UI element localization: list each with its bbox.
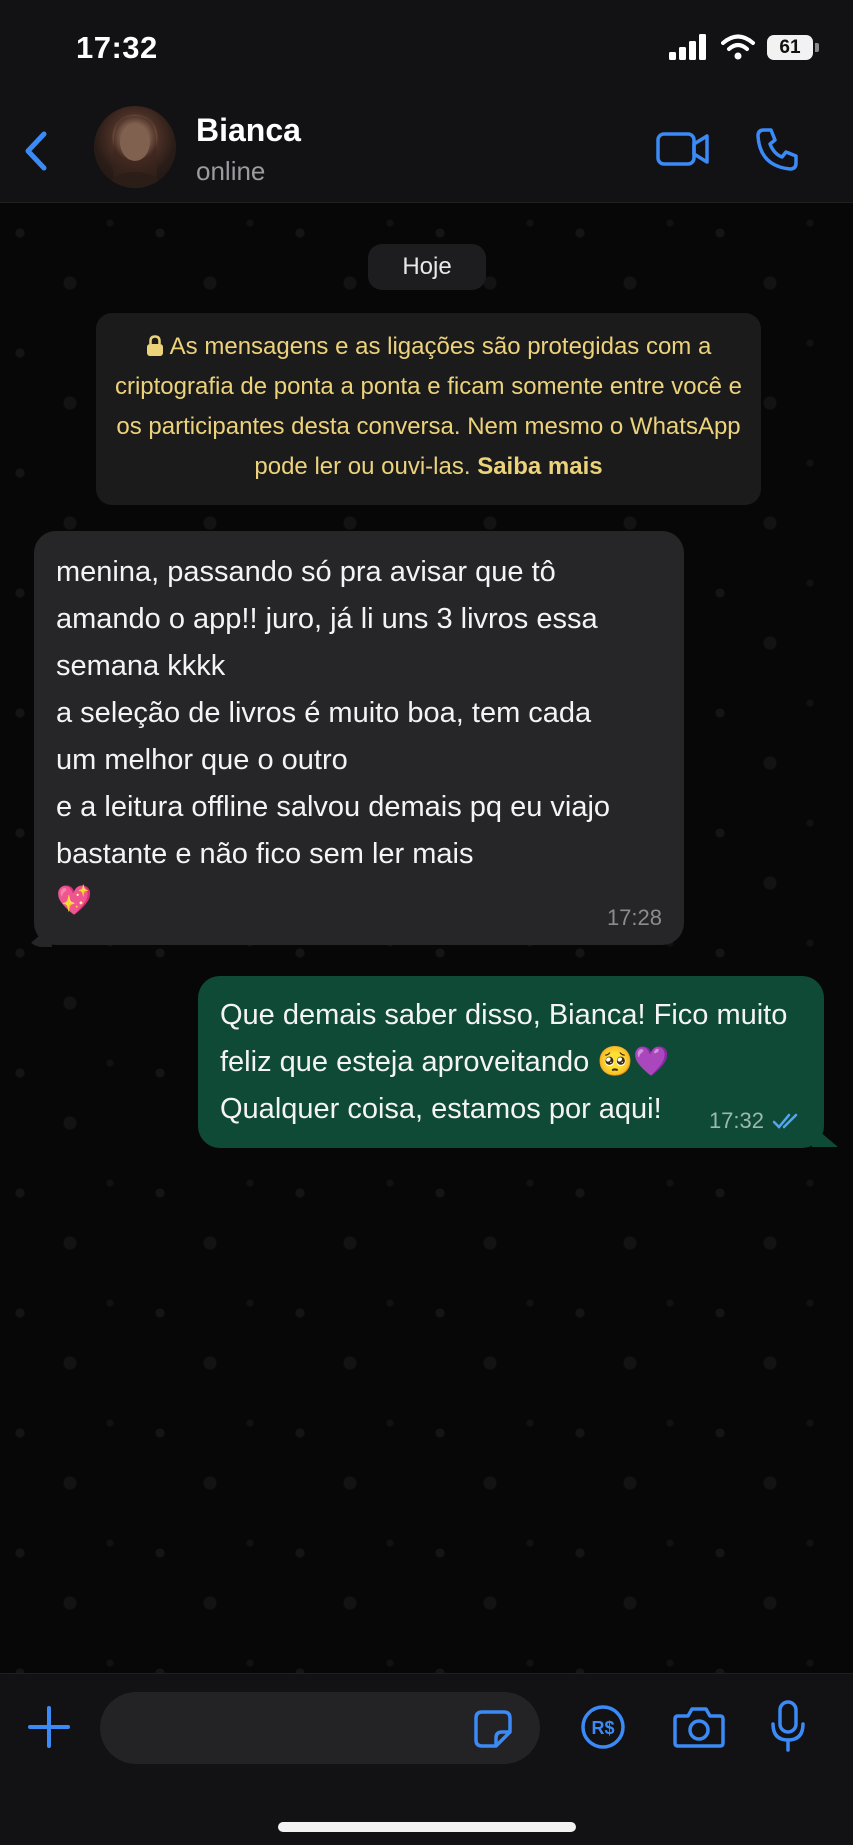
- encryption-notice[interactable]: As mensagens e as ligações são protegida…: [96, 313, 761, 505]
- plus-icon: [28, 1706, 70, 1748]
- outgoing-message[interactable]: Que demais saber disso, Bianca! Fico mui…: [198, 976, 824, 1148]
- message-time: 17:28: [606, 905, 662, 930]
- phone-icon: [756, 128, 798, 171]
- camera-button[interactable]: [672, 1704, 726, 1750]
- sticker-button[interactable]: [472, 1708, 514, 1750]
- video-call-button[interactable]: [655, 126, 711, 172]
- payment-button[interactable]: R$: [580, 1704, 626, 1750]
- payment-brl-icon: R$: [581, 1705, 625, 1749]
- sticker-icon: [474, 1710, 512, 1748]
- message-time: 17:32: [708, 1108, 764, 1133]
- wifi-icon: [721, 34, 755, 60]
- double-check-icon: [772, 1113, 798, 1129]
- contact-status: online: [196, 156, 266, 186]
- learn-more-link[interactable]: Saiba mais: [477, 453, 602, 480]
- chat-header: Bianca online: [0, 100, 853, 203]
- microphone-icon: [771, 1700, 805, 1752]
- home-indicator[interactable]: [278, 1822, 576, 1832]
- battery-indicator: 61: [767, 34, 819, 60]
- chevron-left-icon: [25, 131, 47, 171]
- video-camera-icon: [656, 132, 709, 166]
- incoming-message[interactable]: menina, passando só pra avisar que tô am…: [34, 531, 684, 945]
- signal-icon: [669, 34, 706, 60]
- battery-cap: [815, 42, 819, 52]
- date-separator: Hoje: [368, 244, 486, 290]
- status-bar: 17:32 61: [0, 0, 853, 100]
- status-time: 17:32: [76, 30, 158, 65]
- voice-call-button[interactable]: [752, 124, 802, 174]
- composer-bar: R$: [0, 1673, 853, 1845]
- chat-area[interactable]: Hoje As mensagens e as ligações são prot…: [0, 203, 853, 1673]
- back-button[interactable]: [16, 124, 60, 178]
- message-text: menina, passando só pra avisar que tô am…: [56, 556, 611, 917]
- status-icons: 61: [669, 34, 819, 60]
- microphone-button[interactable]: [770, 1700, 806, 1752]
- avatar-photo: [109, 116, 161, 188]
- battery-level: 61: [779, 36, 801, 58]
- contact-name[interactable]: Bianca: [196, 112, 301, 149]
- attach-button[interactable]: [26, 1704, 72, 1750]
- svg-text:R$: R$: [591, 1718, 614, 1738]
- camera-icon: [673, 1707, 725, 1748]
- encryption-notice-text: As mensagens e as ligações são protegida…: [114, 333, 743, 480]
- avatar[interactable]: [94, 106, 176, 188]
- lock-icon: [146, 335, 163, 356]
- message-meta: 17:32: [709, 1108, 802, 1134]
